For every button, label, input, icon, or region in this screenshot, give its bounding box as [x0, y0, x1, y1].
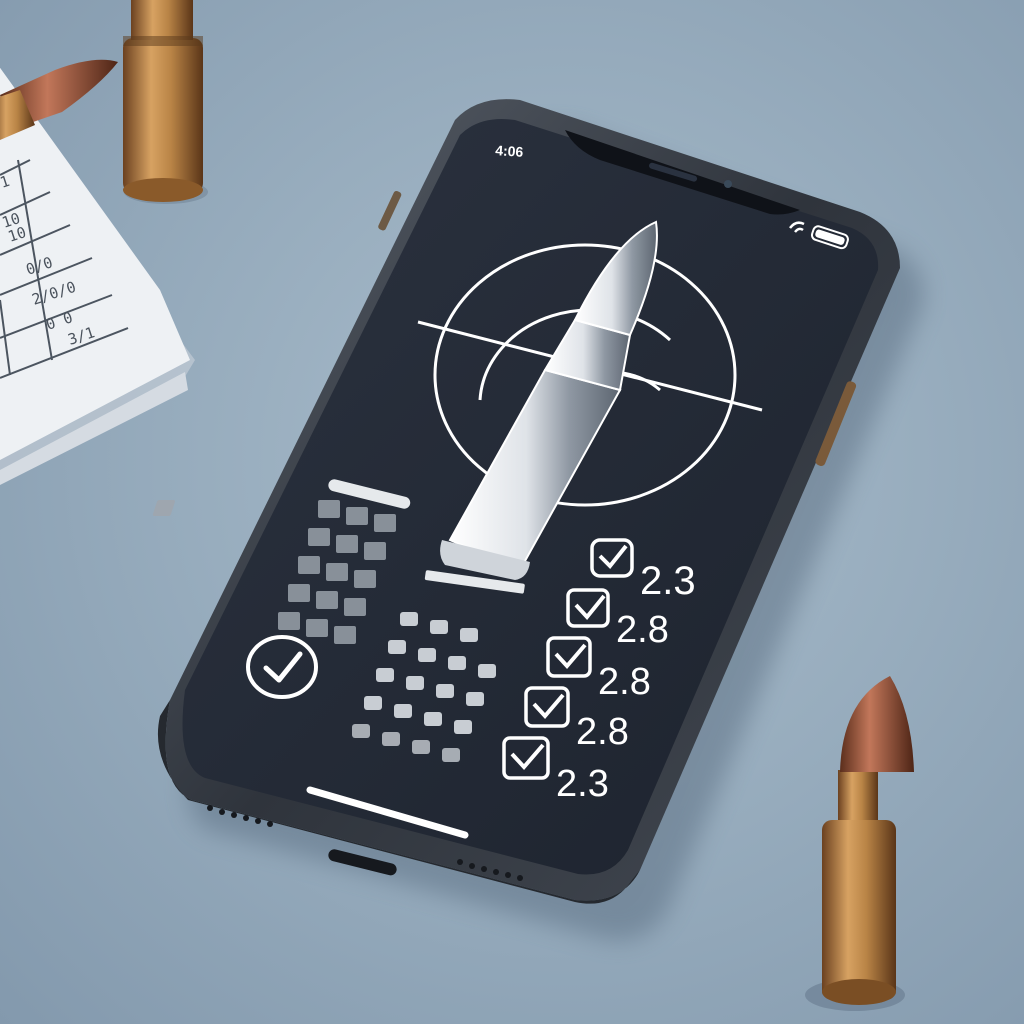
checklist-value-2: 2.8 [616, 609, 669, 651]
cartridge-standing-icon [123, 0, 208, 204]
cartridge-standing-right-icon [805, 676, 914, 1011]
checklist-value-5: 2.3 [556, 763, 609, 805]
bullet-lying-icon [0, 59, 118, 140]
checklist-value-1: 2.3 [640, 559, 696, 603]
front-camera [724, 180, 732, 188]
volume-button [378, 190, 402, 231]
status-time: 4:06 [495, 142, 524, 160]
scene: 1 10 10 0/0 2/0/0 0 0 3/1 4:06 2.3 2.8 2… [0, 0, 924, 1011]
checklist-value-3: 2.8 [598, 661, 651, 703]
checklist-value-4: 2.8 [576, 711, 629, 753]
